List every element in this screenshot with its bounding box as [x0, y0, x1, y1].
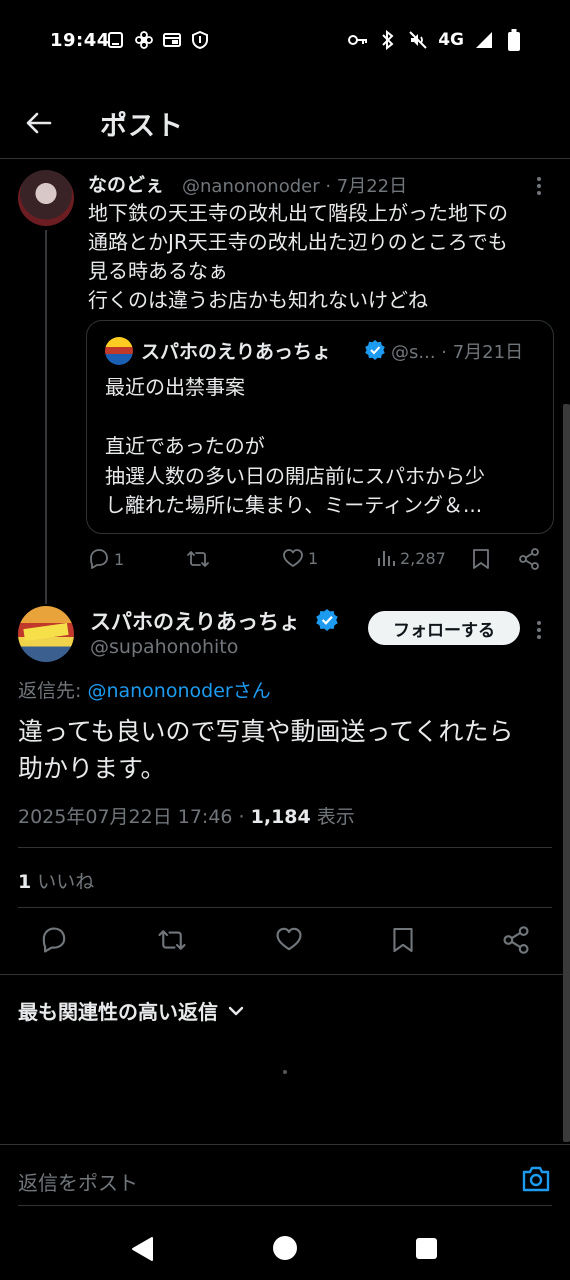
- retweet-icon: [187, 551, 209, 567]
- screenshot-icon: [106, 30, 126, 50]
- quote-tweet[interactable]: スパホのえりあっちょ @s... · 7月21日 最近の出禁事案 直近であったの…: [86, 320, 554, 534]
- status-right-icons: 4G: [348, 29, 524, 51]
- system-nav-bar: [0, 1214, 570, 1280]
- view-count: 2,287: [400, 548, 446, 568]
- parent-tweet-text: 地下鉄の天王寺の改札出て階段上がった地下の 通路とかJR天王寺の改札出た辺りのと…: [88, 201, 508, 312]
- retweet-button[interactable]: [157, 926, 187, 958]
- loading-indicator: [283, 1070, 287, 1074]
- quote-author-name: スパホのえりあっちょ: [141, 341, 332, 363]
- network-type: 4G: [438, 30, 464, 50]
- signal-icon: [474, 30, 494, 50]
- replies-sort-dropdown[interactable]: 最も関連性の高い返信: [18, 996, 244, 1025]
- camera-icon[interactable]: [521, 1165, 551, 1197]
- bookmark-button[interactable]: [392, 926, 414, 958]
- divider: [18, 847, 552, 848]
- status-bar: 19:44 4G: [0, 0, 570, 84]
- divider: [18, 907, 552, 908]
- reply-to-line: 返信先: @nanononoderさん: [18, 676, 271, 703]
- retweet-button[interactable]: [186, 548, 214, 570]
- cast-icon: [162, 30, 182, 50]
- nav-back-icon[interactable]: [130, 1236, 154, 1266]
- quote-text: 最近の出禁事案 直近であったのが 抽選人数の多い日の開店前にスパホから少 し離れ…: [105, 375, 485, 517]
- views-label: 表示: [310, 806, 355, 828]
- parent-actions: 1 1 2,287: [88, 546, 548, 576]
- nav-recents-icon[interactable]: [416, 1238, 437, 1259]
- nav-home-icon[interactable]: [273, 1236, 297, 1260]
- more-icon[interactable]: [536, 620, 542, 644]
- reply-to-label: 返信先:: [18, 680, 88, 702]
- bookmark-icon: [392, 927, 413, 953]
- chevron-down-icon: [228, 1006, 244, 1015]
- likes-summary[interactable]: 1 いいね: [18, 867, 94, 894]
- analytics-icon: [378, 551, 395, 566]
- reply-button[interactable]: [40, 926, 68, 958]
- follow-button[interactable]: フォローする: [368, 611, 520, 645]
- verified-badge-icon: [316, 609, 338, 635]
- page-header: ポスト: [0, 84, 570, 159]
- reply-icon: [42, 927, 66, 953]
- fan-icon: [134, 30, 154, 50]
- views-count: 1,184: [250, 806, 311, 828]
- heart-icon: [276, 927, 302, 951]
- like-button[interactable]: 1: [282, 548, 318, 568]
- retweet-icon: [157, 930, 186, 950]
- heart-icon: [283, 549, 303, 567]
- like-count: 1: [308, 548, 319, 568]
- main-actions: [40, 926, 530, 958]
- back-button[interactable]: [22, 106, 56, 140]
- verified-badge-icon: [365, 340, 385, 364]
- likes-label: いいね: [31, 871, 95, 893]
- main-tweet-text: 違っても良いので写真や動画送ってくれたら 助かります。: [18, 717, 514, 783]
- battery-icon: [504, 29, 524, 51]
- scrollbar[interactable]: [563, 404, 570, 1142]
- reply-mention-link[interactable]: @nanononoderさん: [87, 680, 270, 702]
- quote-handle-date: @s... · 7月21日: [391, 342, 524, 363]
- divider: [0, 974, 570, 975]
- reply-icon: [90, 549, 108, 569]
- share-button[interactable]: [502, 926, 530, 958]
- shield-icon: [190, 30, 210, 50]
- reply-input[interactable]: 返信をポスト: [18, 1167, 138, 1196]
- likes-count: 1: [18, 871, 32, 893]
- mute-icon: [408, 30, 428, 50]
- views-button[interactable]: 2,287: [376, 548, 446, 568]
- thread-line: [45, 230, 47, 604]
- bluetooth-icon: [378, 30, 398, 50]
- key-icon: [348, 30, 368, 50]
- avatar: [105, 337, 133, 365]
- share-icon: [519, 548, 539, 570]
- status-left-icons: [106, 30, 210, 50]
- main-author-handle[interactable]: @supahonohito: [90, 636, 238, 658]
- bookmark-button[interactable]: [472, 548, 490, 570]
- reply-composer: 返信をポスト: [0, 1144, 570, 1215]
- reply-button[interactable]: 1: [88, 548, 124, 570]
- avatar[interactable]: [18, 170, 74, 226]
- like-button[interactable]: [275, 926, 303, 958]
- bookmark-icon: [473, 549, 489, 569]
- parent-author-name[interactable]: なのどぇ: [88, 170, 164, 197]
- share-button[interactable]: [518, 548, 540, 570]
- arrow-left-icon: [26, 112, 52, 134]
- reply-count: 1: [114, 549, 125, 569]
- share-icon: [503, 926, 529, 954]
- status-time: 19:44: [50, 30, 110, 51]
- avatar[interactable]: [18, 606, 74, 662]
- more-icon[interactable]: [536, 176, 542, 200]
- reply-input-underline: [18, 1205, 552, 1206]
- parent-handle-date[interactable]: @nanononoder · 7月22日: [182, 172, 407, 198]
- datetime-text: 2025年07月22日 17:46 ·: [18, 806, 251, 828]
- tweet-timestamp: 2025年07月22日 17:46 · 1,184 表示: [18, 802, 355, 829]
- sort-label: 最も関連性の高い返信: [18, 1000, 218, 1024]
- page-title: ポスト: [100, 111, 184, 142]
- main-author-name[interactable]: スパホのえりあっちょ: [90, 606, 300, 636]
